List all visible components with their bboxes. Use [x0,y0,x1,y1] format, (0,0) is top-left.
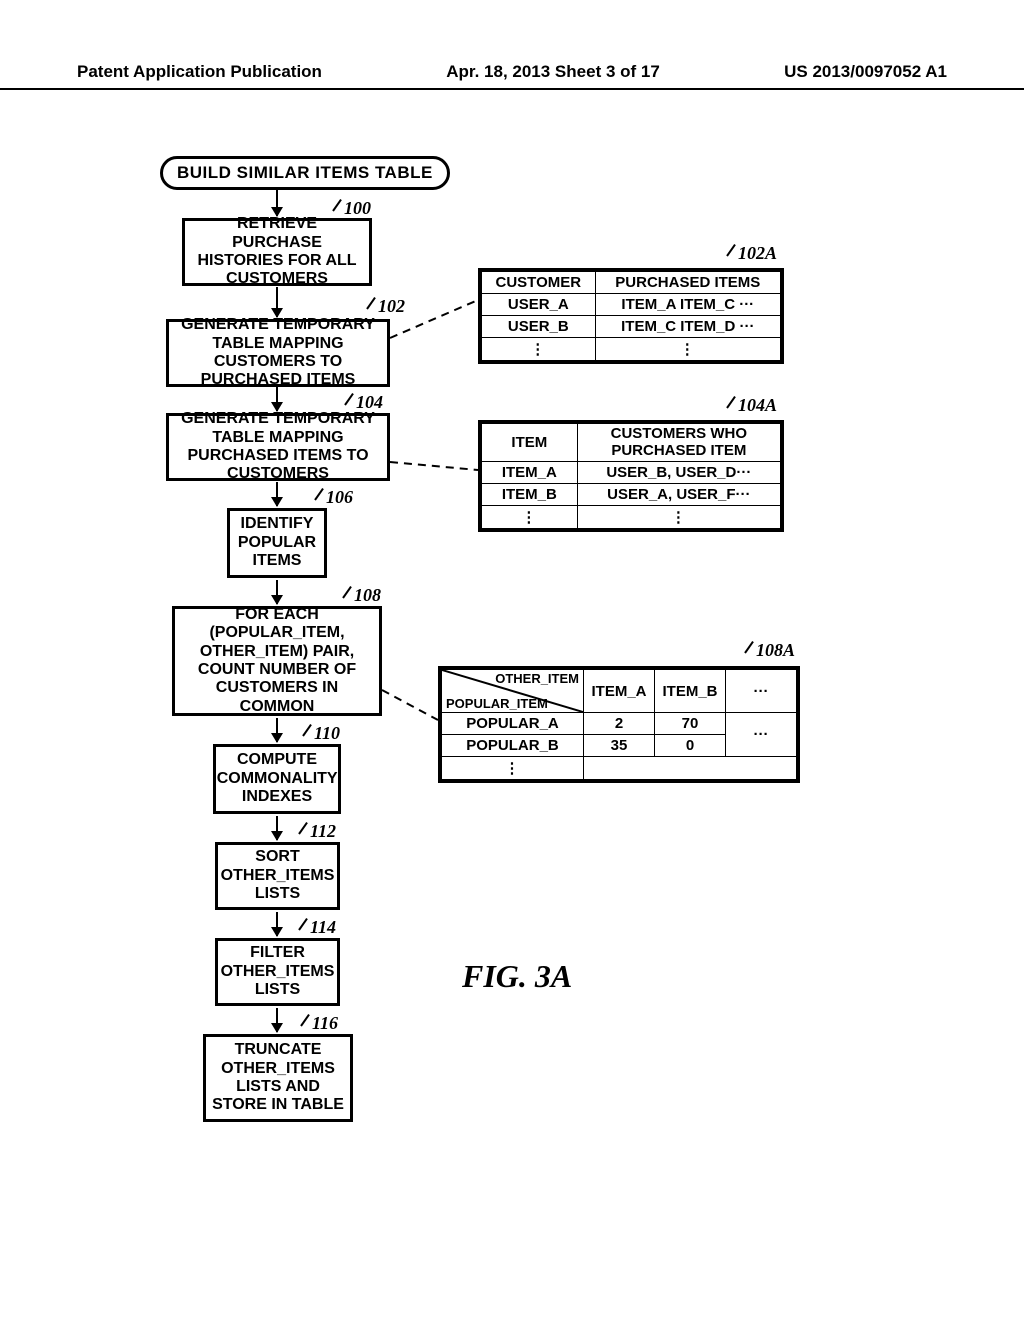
t108A-c3: ··· [726,670,797,713]
flow-title: BUILD SIMILAR ITEMS TABLE [160,156,450,190]
tick [314,488,324,501]
t104A-h2: CUSTOMERS WHO PURCHASED ITEM [577,424,780,462]
t102A-r1c1: USER_A [482,294,596,316]
table-102A: CUSTOMER PURCHASED ITEMS USER_A ITEM_A I… [478,268,784,364]
tick [342,586,352,599]
ref-110: 110 [314,723,340,744]
t108A-r2c3: ··· [726,713,797,757]
t108A-r1c1: 2 [584,713,655,735]
arrow [276,387,278,411]
ref-116: 116 [312,1013,338,1034]
ref-104: 104 [356,392,383,413]
step-108: FOR EACH (POPULAR_ITEM, OTHER_ITEM) PAIR… [172,606,382,716]
ref-104A: 104A [738,395,777,416]
ref-112: 112 [310,821,336,842]
table-108A: OTHER_ITEM POPULAR_ITEM ITEM_A ITEM_B ··… [438,666,800,783]
tick [726,244,736,257]
t108A-r2: POPULAR_B [442,735,584,757]
ref-102: 102 [378,296,405,317]
tick [298,918,308,931]
arrow [276,190,278,216]
t102A-r2c1: USER_B [482,316,596,338]
t104A-r1c2: USER_B, USER_D··· [577,462,780,484]
t108A-diag-bottom: POPULAR_ITEM [446,696,548,711]
connector-lines [0,0,1024,1320]
t102A-r1c2: ITEM_A ITEM_C ··· [595,294,780,316]
vdots: ⋮ [482,506,578,529]
step-100-text: RETRIEVE PURCHASE HISTORIES FOR ALL CUST… [191,215,363,289]
step-110: COMPUTE COMMONALITY INDEXES [213,744,341,814]
step-112: SORT OTHER_ITEMS LISTS [215,842,340,910]
vdots: ⋮ [577,506,780,529]
arrow [276,1008,278,1032]
ref-114: 114 [310,917,336,938]
step-104-text: GENERATE TEMPORARY TABLE MAPPING PURCHAS… [175,410,381,484]
step-114-text: FILTER OTHER_ITEMS LISTS [221,944,335,999]
t108A-r2c1: 35 [584,735,655,757]
arrow [276,580,278,604]
tick [366,297,376,310]
step-114: FILTER OTHER_ITEMS LISTS [215,938,340,1006]
step-108-text: FOR EACH (POPULAR_ITEM, OTHER_ITEM) PAIR… [181,606,373,716]
ref-108A: 108A [756,640,795,661]
step-116: TRUNCATE OTHER_ITEMS LISTS AND STORE IN … [203,1034,353,1122]
ref-100: 100 [344,198,371,219]
t108A-c1: ITEM_A [584,670,655,713]
step-106-text: IDENTIFY POPULAR ITEMS [236,515,318,570]
tick [300,1014,310,1027]
t104A-r2c1: ITEM_B [482,484,578,506]
tick [302,724,312,737]
t108A-c2: ITEM_B [655,670,726,713]
ref-106: 106 [326,487,353,508]
t102A-h2: PURCHASED ITEMS [595,272,780,294]
t104A-r2c2: USER_A, USER_F··· [577,484,780,506]
arrow [276,816,278,840]
t108A-r2c2: 0 [655,735,726,757]
vdots: ⋮ [482,338,596,361]
t108A-r1: POPULAR_A [442,713,584,735]
step-110-text: COMPUTE COMMONALITY INDEXES [217,751,338,806]
t102A-r2c2: ITEM_C ITEM_D ··· [595,316,780,338]
t102A-h1: CUSTOMER [482,272,596,294]
t104A-h1: ITEM [482,424,578,462]
arrow [276,482,278,506]
blank [584,757,797,780]
tick [344,393,354,406]
header-right: US 2013/0097052 A1 [784,62,947,82]
table-104A: ITEM CUSTOMERS WHO PURCHASED ITEM ITEM_A… [478,420,784,532]
tick [332,199,342,212]
page: Patent Application Publication Apr. 18, … [0,0,1024,1320]
tick [744,641,754,654]
step-102: GENERATE TEMPORARY TABLE MAPPING CUSTOME… [166,319,390,387]
figure-label: FIG. 3A [462,958,572,995]
page-header: Patent Application Publication Apr. 18, … [0,62,1024,90]
t108A-diag-top: OTHER_ITEM [495,671,579,686]
step-102-text: GENERATE TEMPORARY TABLE MAPPING CUSTOME… [175,316,381,390]
ref-102A: 102A [738,243,777,264]
tick [726,396,736,409]
ref-108: 108 [354,585,381,606]
vdots: ⋮ [595,338,780,361]
step-112-text: SORT OTHER_ITEMS LISTS [221,848,335,903]
header-center: Apr. 18, 2013 Sheet 3 of 17 [446,62,660,82]
tick [298,822,308,835]
t108A-r1c2: 70 [655,713,726,735]
arrow [276,912,278,936]
step-106: IDENTIFY POPULAR ITEMS [227,508,327,578]
arrow [276,718,278,742]
arrow [276,287,278,317]
header-left: Patent Application Publication [77,62,322,82]
t104A-r1c1: ITEM_A [482,462,578,484]
step-100: RETRIEVE PURCHASE HISTORIES FOR ALL CUST… [182,218,372,286]
step-116-text: TRUNCATE OTHER_ITEMS LISTS AND STORE IN … [212,1041,344,1115]
vdots: ⋮ [442,757,584,780]
step-104: GENERATE TEMPORARY TABLE MAPPING PURCHAS… [166,413,390,481]
